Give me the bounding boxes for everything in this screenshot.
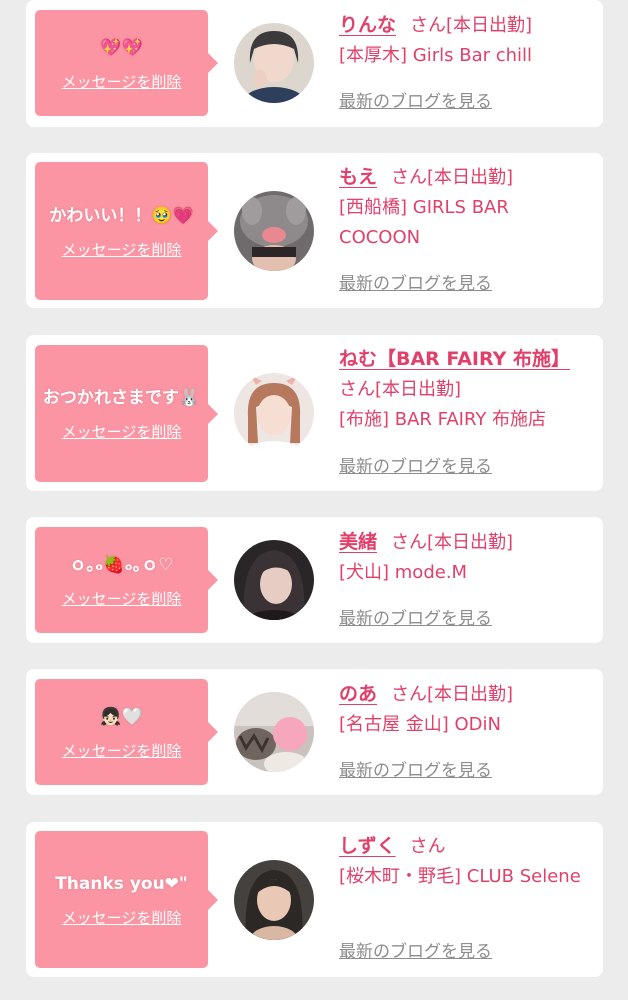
avatar[interactable] [234, 540, 314, 620]
avatar[interactable] [234, 191, 314, 271]
attendance-status: [本日出勤] [427, 532, 514, 553]
name-line: ねむ【BAR FAIRY 布施】さん[本日出勤] [339, 344, 591, 405]
store-name: [布施] BAR FAIRY 布施店 [339, 409, 547, 430]
avatar[interactable] [234, 23, 314, 103]
cast-name-link[interactable]: りんな [339, 14, 396, 36]
store-name: [西船橋] GIRLS BAR COCOON [339, 197, 509, 248]
cast-name-link[interactable]: もえ [339, 166, 377, 188]
message-text: おつかれさまです🐰 [42, 388, 201, 408]
delete-message-link[interactable]: メッセージを削除 [62, 240, 182, 260]
store-name: [名古屋 金山] ODiN [339, 714, 501, 735]
avatar-image [234, 540, 314, 620]
delete-message-link[interactable]: メッセージを削除 [62, 72, 182, 92]
store-name: [本厚木] Girls Bar chill [339, 45, 533, 66]
avatar-image [234, 23, 314, 103]
avatar-image [234, 373, 314, 453]
cast-info: 美緒 さん[本日出勤] [犬山] mode.M [339, 527, 591, 588]
cast-info: りんな さん[本日出勤] [本厚木] Girls Bar chill [339, 10, 591, 71]
message-bubble: ｏ｡ₒ🍓ₒ｡ｏ♡ メッセージを削除 [35, 527, 218, 633]
honorific: さん [391, 684, 428, 705]
message-text: Thanks you❤︎" [55, 874, 188, 894]
delete-message-link[interactable]: メッセージを削除 [62, 422, 182, 442]
attendance-status: [本日出勤] [446, 15, 533, 36]
honorific: さん [339, 379, 375, 400]
message-bubble: Thanks you❤︎" メッセージを削除 [35, 831, 218, 968]
message-feed: 💖💖 メッセージを削除 りんな さん[本日出勤] [本厚木] Girls Bar … [0, 0, 628, 1000]
latest-blog-link[interactable]: 最新のブログを見る [339, 273, 492, 295]
cast-info: もえ さん[本日出勤] [西船橋] GIRLS BAR COCOON [339, 162, 591, 253]
delete-message-link[interactable]: メッセージを削除 [62, 908, 182, 928]
latest-blog-link[interactable]: 最新のブログを見る [339, 941, 492, 963]
message-card: 💖💖 メッセージを削除 りんな さん[本日出勤] [本厚木] Girls Bar … [26, 0, 603, 127]
message-bubble: かわいい！！🥹💗 メッセージを削除 [35, 162, 218, 300]
message-text: 💖💖 [100, 37, 143, 58]
avatar[interactable] [234, 692, 314, 772]
message-card: かわいい！！🥹💗 メッセージを削除 もえ さん[本日出勤] [西船橋] GIRLS… [26, 153, 603, 308]
message-bubble: 👧🏻🤍 メッセージを削除 [35, 679, 218, 785]
message-card: Thanks you❤︎" メッセージを削除 しずく さん [桜木町・野毛] CL… [26, 822, 603, 977]
cast-name-link[interactable]: しずく [339, 835, 396, 857]
message-card: 👧🏻🤍 メッセージを削除 のあ さん[本日出勤] [名古屋 金山] ODiN 最新… [26, 669, 603, 795]
name-line: 美緒 さん[本日出勤] [339, 527, 591, 558]
latest-blog-link[interactable]: 最新のブログを見る [339, 456, 492, 478]
name-line: りんな さん[本日出勤] [339, 10, 591, 41]
store-name: [桜木町・野毛] CLUB Selene [339, 866, 581, 887]
attendance-status: [本日出勤] [427, 167, 514, 188]
cast-name-link[interactable]: ねむ【BAR FAIRY 布施】 [339, 348, 570, 370]
latest-blog-link[interactable]: 最新のブログを見る [339, 760, 492, 782]
attendance-status: [本日出勤] [375, 379, 462, 400]
latest-blog-link[interactable]: 最新のブログを見る [339, 608, 492, 630]
avatar-image [234, 692, 314, 772]
message-bubble: 💖💖 メッセージを削除 [35, 10, 218, 116]
honorific: さん [391, 167, 428, 188]
cast-info: ねむ【BAR FAIRY 布施】さん[本日出勤] [布施] BAR FAIRY … [339, 344, 591, 435]
cast-info: しずく さん [桜木町・野毛] CLUB Selene [339, 831, 591, 892]
cast-info: のあ さん[本日出勤] [名古屋 金山] ODiN [339, 679, 591, 740]
avatar-image [234, 191, 314, 271]
honorific: さん [410, 15, 447, 36]
cast-name-link[interactable]: 美緒 [339, 531, 377, 553]
message-text: かわいい！！🥹💗 [49, 205, 194, 226]
avatar-image [234, 860, 314, 940]
avatar[interactable] [234, 373, 314, 453]
cast-name-link[interactable]: のあ [339, 683, 377, 705]
message-text: 👧🏻🤍 [100, 706, 143, 727]
delete-message-link[interactable]: メッセージを削除 [62, 589, 182, 609]
name-line: もえ さん[本日出勤] [339, 162, 591, 193]
attendance-status: [本日出勤] [427, 684, 514, 705]
honorific: さん [409, 836, 446, 857]
honorific: さん [391, 532, 428, 553]
store-name: [犬山] mode.M [339, 562, 468, 583]
name-line: しずく さん [339, 831, 591, 862]
message-bubble: おつかれさまです🐰 メッセージを削除 [35, 345, 218, 482]
avatar[interactable] [234, 860, 314, 940]
message-text: ｏ｡ₒ🍓ₒ｡ｏ♡ [69, 554, 174, 575]
latest-blog-link[interactable]: 最新のブログを見る [339, 91, 492, 113]
delete-message-link[interactable]: メッセージを削除 [62, 741, 182, 761]
message-card: ｏ｡ₒ🍓ₒ｡ｏ♡ メッセージを削除 美緒 さん[本日出勤] [犬山] mode.M… [26, 517, 603, 643]
message-card: おつかれさまです🐰 メッセージを削除 ねむ【BAR FAIRY 布施】さん[本日… [26, 335, 603, 491]
name-line: のあ さん[本日出勤] [339, 679, 591, 710]
